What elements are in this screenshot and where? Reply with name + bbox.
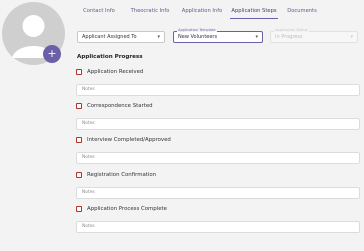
application-status-select: Application Status In Progress ▾ bbox=[270, 28, 358, 43]
notes-field[interactable]: Notes bbox=[76, 84, 360, 96]
step-label: Application Received bbox=[87, 69, 144, 75]
notes-field[interactable]: Notes bbox=[76, 118, 360, 130]
section-title: Application Progress bbox=[77, 54, 143, 60]
chevron-down-icon: ▾ bbox=[255, 34, 258, 40]
application-status-label: Application Status bbox=[274, 28, 309, 32]
notes-field[interactable]: Notes bbox=[76, 187, 360, 199]
tab-bar: Contact Info Theocratic Info Application… bbox=[74, 4, 364, 20]
notes-field[interactable]: Notes bbox=[76, 152, 360, 164]
step-checkbox[interactable] bbox=[76, 172, 82, 178]
step-label: Correspondence Started bbox=[87, 103, 153, 109]
tab-application-info[interactable]: Application Info bbox=[180, 4, 224, 18]
plus-icon: + bbox=[47, 47, 57, 60]
tab-application-steps[interactable]: Application Steps bbox=[230, 4, 278, 19]
step-label: Interview Completed/Approved bbox=[87, 137, 171, 143]
step-label: Application Process Complete bbox=[87, 206, 167, 212]
add-photo-button[interactable]: + bbox=[43, 45, 61, 63]
chevron-down-icon: ▾ bbox=[157, 34, 160, 40]
application-template-label: Application Template bbox=[177, 28, 217, 32]
assigned-to-value: Applicant Assigned To bbox=[82, 34, 137, 40]
step-checkbox[interactable] bbox=[76, 206, 82, 212]
application-status-value: In Progress bbox=[275, 34, 303, 40]
step-checkbox[interactable] bbox=[76, 137, 82, 143]
application-template-value: New Volunteers bbox=[178, 34, 218, 40]
tab-documents[interactable]: Documents bbox=[285, 4, 319, 18]
notes-field[interactable]: Notes bbox=[76, 221, 360, 233]
step-label: Registration Confirmation bbox=[87, 172, 157, 178]
step-checkbox[interactable] bbox=[76, 69, 82, 75]
tab-theocratic-info[interactable]: Theocratic Info bbox=[129, 4, 171, 18]
application-template-select[interactable]: Application Template New Volunteers ▾ bbox=[173, 28, 263, 43]
tab-contact-info[interactable]: Contact Info bbox=[81, 4, 117, 18]
assigned-to-select[interactable]: Applicant Assigned To ▾ bbox=[77, 31, 165, 43]
chevron-down-icon: ▾ bbox=[350, 34, 353, 40]
step-checkbox[interactable] bbox=[76, 103, 82, 109]
